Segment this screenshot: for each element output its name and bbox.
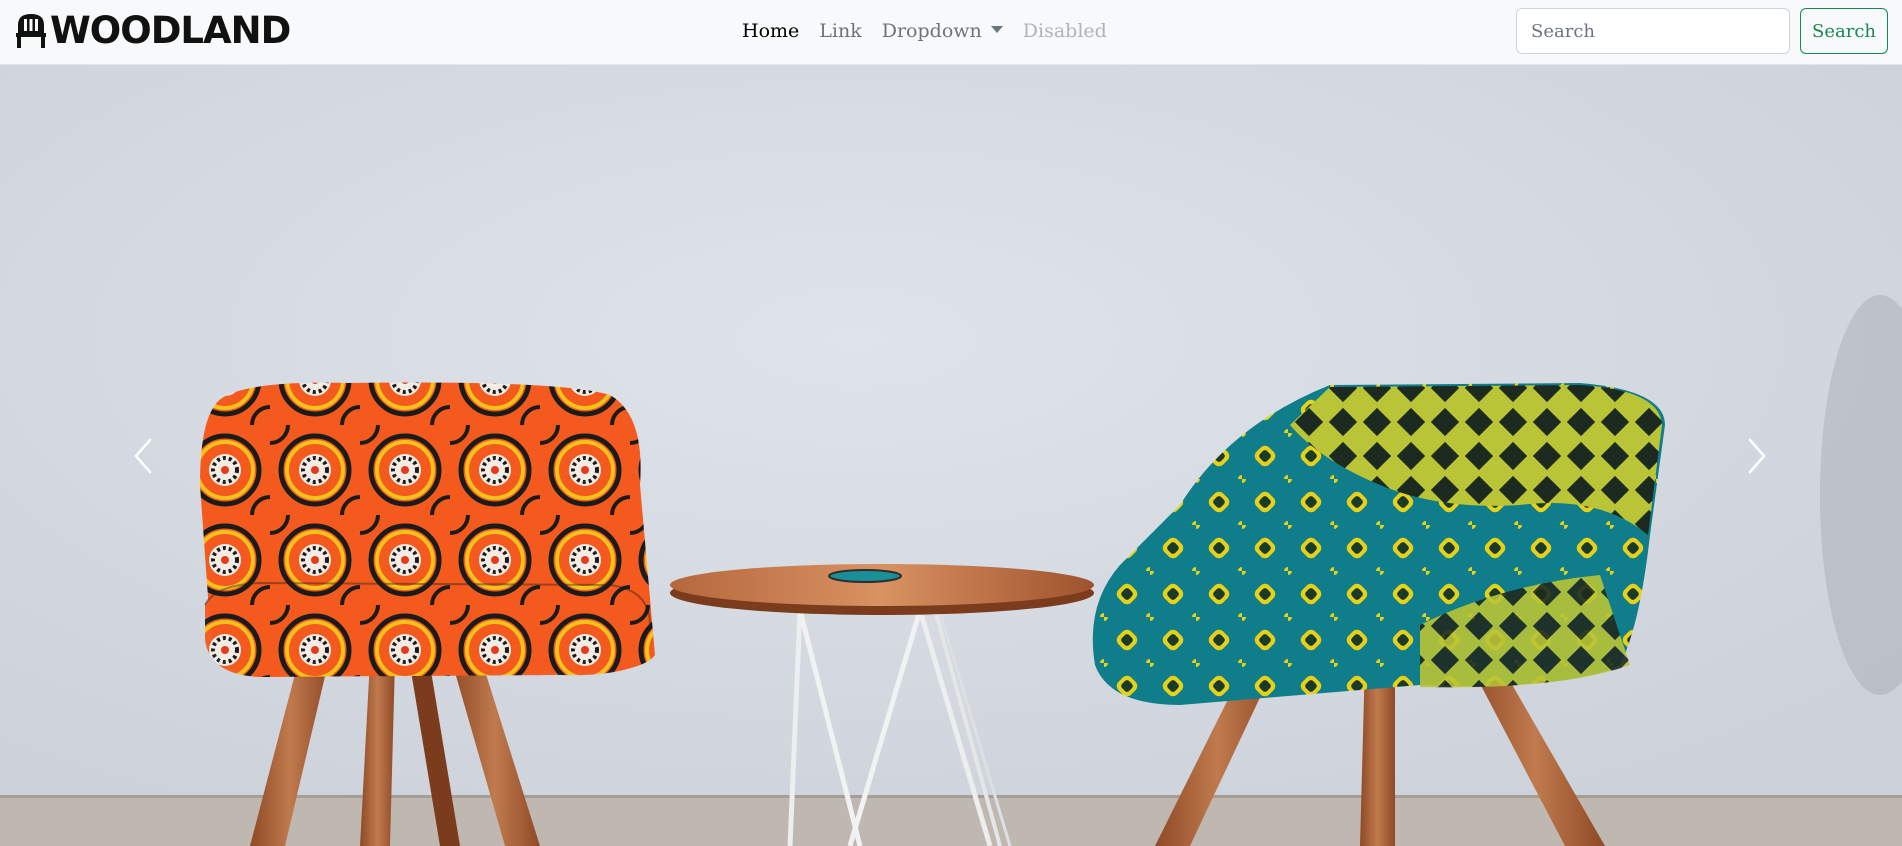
nav-link-dropdown[interactable]: Dropdown [872,20,1013,42]
carousel-next-button[interactable] [1662,65,1852,846]
search-input[interactable] [1516,8,1790,54]
carousel-prev-button[interactable] [48,65,238,846]
chevron-right-icon [1748,438,1766,473]
nav-link-link[interactable]: Link [809,20,871,42]
nav-link-disabled: Disabled [1022,20,1107,42]
navbar: WOODLAND Home Link Dropdown Disabled Sea… [0,0,1902,65]
nav-links: Home Link Dropdown Disabled [732,0,1117,62]
nav-link-home[interactable]: Home [732,20,809,42]
chevron-left-icon [134,438,152,473]
caret-down-icon [990,25,1003,33]
brand-logo[interactable]: WOODLAND [14,8,291,52]
dropdown-label: Dropdown [881,20,982,42]
chair-logo-icon [16,14,46,48]
hero-carousel [0,65,1902,846]
search-button[interactable]: Search [1800,8,1888,54]
brand-text: WOODLAND [50,8,291,52]
hero-slide-image [0,65,1902,846]
